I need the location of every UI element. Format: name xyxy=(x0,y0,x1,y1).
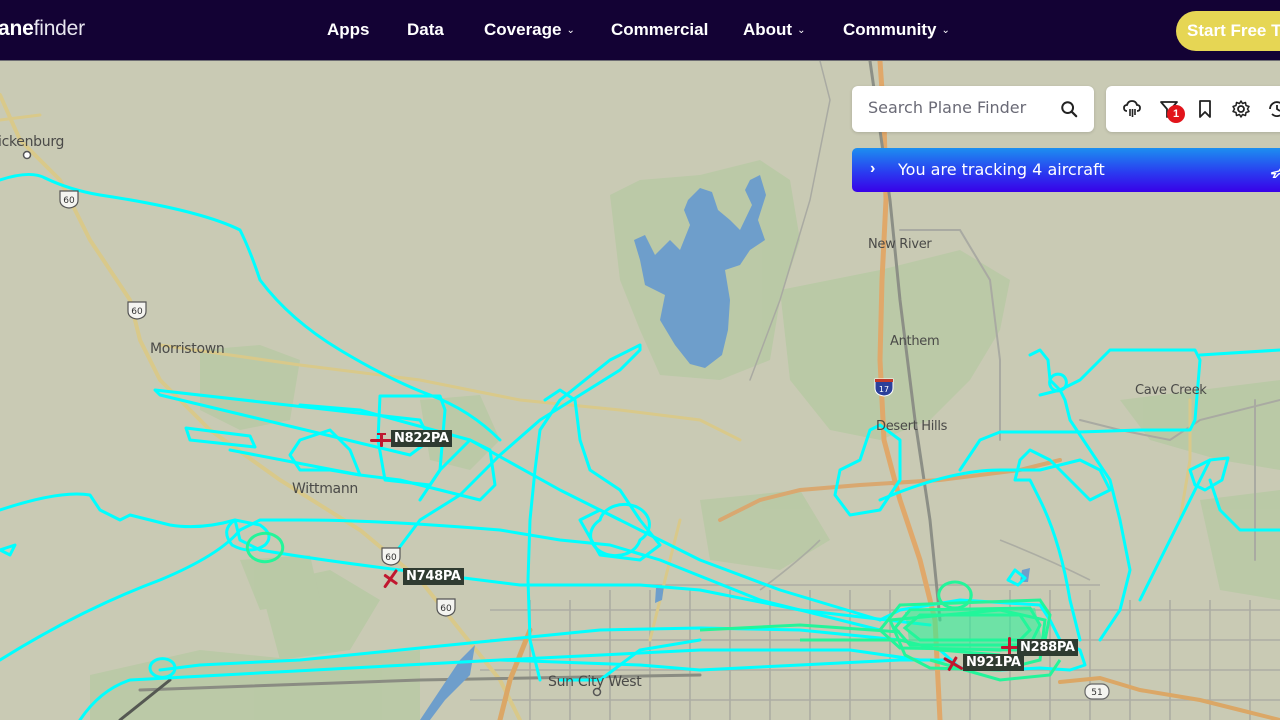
place-label-wickenburg: ickenburg xyxy=(0,134,65,150)
svg-text:60: 60 xyxy=(440,604,452,614)
logo-light-text: finder xyxy=(33,17,86,40)
weather-cloud-icon[interactable] xyxy=(1122,99,1142,119)
filter-count-badge: 1 xyxy=(1167,105,1185,123)
chevron-right-icon: › xyxy=(870,160,876,177)
tracking-banner[interactable]: › You are tracking 4 aircraft xyxy=(852,148,1280,192)
nav-data-label: Data xyxy=(407,20,444,39)
search-icon[interactable] xyxy=(1060,100,1078,118)
svg-text:51: 51 xyxy=(1091,688,1102,698)
water-body xyxy=(420,645,475,720)
nav-about[interactable]: About ⌄ xyxy=(743,20,805,40)
history-clock-icon[interactable] xyxy=(1267,99,1280,119)
nav-commercial[interactable]: Commercial xyxy=(611,20,708,40)
top-navbar: anefinder Apps Data Coverage ⌄ Commercial… xyxy=(0,0,1280,61)
nav-coverage[interactable]: Coverage ⌄ xyxy=(484,20,575,40)
chevron-down-icon: ⌄ xyxy=(941,25,950,36)
tracking-text: You are tracking 4 aircraft xyxy=(898,160,1105,179)
svg-text:60: 60 xyxy=(131,307,143,317)
nav-about-label: About xyxy=(743,20,793,39)
route-shield-60-c: 60 xyxy=(381,547,401,566)
aircraft-label-n288pa[interactable]: N288PA xyxy=(1017,639,1078,656)
route-shield-i17: 17 xyxy=(874,378,894,397)
start-free-trial-button[interactable]: Start Free Trial xyxy=(1176,11,1280,51)
town-marker-wickenburg xyxy=(22,150,32,160)
map-toolbar xyxy=(1106,86,1280,132)
route-shield-51: 51 xyxy=(1084,683,1110,700)
aircraft-icon-n748pa[interactable] xyxy=(378,566,404,592)
planefinder-logo[interactable]: anefinder xyxy=(0,17,85,41)
place-label-anthem: Anthem xyxy=(890,334,940,349)
nav-community-label: Community xyxy=(843,20,937,39)
route-shield-60-d: 60 xyxy=(436,598,456,617)
search-bar xyxy=(852,86,1094,132)
nav-community[interactable]: Community ⌄ xyxy=(843,20,950,40)
nav-coverage-label: Coverage xyxy=(484,20,562,39)
place-label-desert-hills: Desert Hills xyxy=(876,419,948,434)
route-shield-60-b: 60 xyxy=(127,301,147,320)
place-label-new-river: New River xyxy=(868,237,932,252)
water-small xyxy=(655,586,664,603)
svg-text:60: 60 xyxy=(385,553,397,563)
search-input[interactable] xyxy=(868,98,1048,117)
nav-apps[interactable]: Apps xyxy=(327,20,370,40)
nav-apps-label: Apps xyxy=(327,20,370,39)
aircraft-label-n921pa[interactable]: N921PA xyxy=(963,654,1024,671)
settings-gear-icon[interactable] xyxy=(1231,99,1251,119)
place-label-morristown: Morristown xyxy=(150,341,225,357)
place-label-cave-creek: Cave Creek xyxy=(1135,383,1207,398)
place-label-wittmann: Wittmann xyxy=(292,481,358,497)
aircraft-label-n748pa[interactable]: N748PA xyxy=(403,568,464,585)
nav-data[interactable]: Data xyxy=(407,20,444,40)
route-shield-60-a: 60 xyxy=(59,190,79,209)
place-label-sun-city-west: Sun City West xyxy=(548,674,642,690)
logo-bold-text: ane xyxy=(0,17,34,40)
chevron-down-icon: ⌄ xyxy=(566,25,575,36)
nav-commercial-label: Commercial xyxy=(611,20,709,39)
bookmark-icon[interactable] xyxy=(1195,99,1215,119)
svg-text:17: 17 xyxy=(879,385,889,394)
aircraft-label-n822pa[interactable]: N822PA xyxy=(391,430,452,447)
plane-icon xyxy=(1271,168,1280,178)
chevron-down-icon: ⌄ xyxy=(797,25,806,36)
svg-text:60: 60 xyxy=(63,196,75,206)
